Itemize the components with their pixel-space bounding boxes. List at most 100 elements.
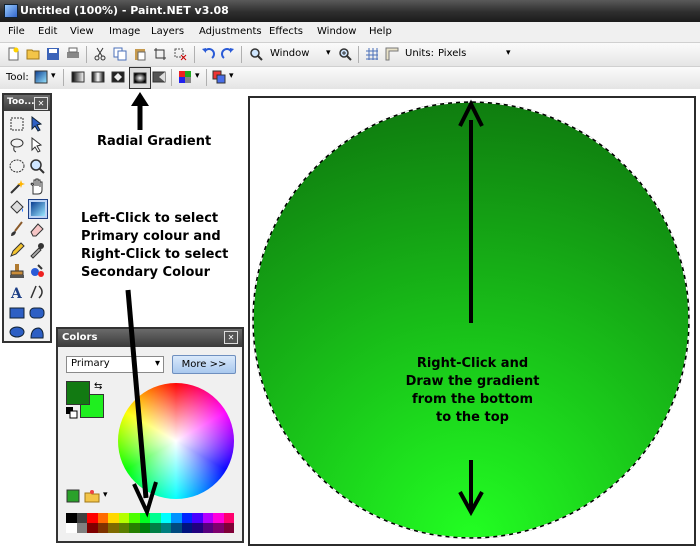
- copy-icon[interactable]: [113, 47, 127, 61]
- palette-swatch[interactable]: [97, 513, 108, 523]
- palette-swatch[interactable]: [76, 523, 87, 533]
- zoom-in-icon[interactable]: [338, 47, 352, 61]
- palette-swatch[interactable]: [202, 513, 213, 523]
- palette-swatch[interactable]: [76, 513, 87, 523]
- move-selection-icon[interactable]: [28, 136, 46, 154]
- ellipse-select-icon[interactable]: [8, 157, 26, 175]
- blend-mode-dropdown-arrow[interactable]: ▾: [229, 71, 234, 81]
- new-file-icon[interactable]: [6, 47, 20, 61]
- gradient-tool-button[interactable]: [28, 199, 48, 219]
- tool-dropdown-arrow[interactable]: ▾: [51, 71, 56, 81]
- palette-swatch[interactable]: [181, 523, 192, 533]
- menu-file[interactable]: File: [8, 26, 25, 37]
- palette-swatch[interactable]: [171, 523, 182, 533]
- menu-effects[interactable]: Effects: [269, 26, 303, 37]
- close-icon[interactable]: ✕: [224, 331, 238, 344]
- palette-swatch[interactable]: [160, 513, 171, 523]
- menu-help[interactable]: Help: [369, 26, 392, 37]
- radial-gradient-button[interactable]: [129, 67, 151, 89]
- redo-icon[interactable]: [221, 47, 235, 61]
- swap-colors-icon[interactable]: ⇆: [94, 381, 102, 392]
- conical-gradient-icon[interactable]: [152, 70, 166, 84]
- palette-swatch[interactable]: [108, 513, 119, 523]
- undo-icon[interactable]: [201, 47, 215, 61]
- zoom-tool-icon[interactable]: [28, 157, 46, 175]
- palette-swatch[interactable]: [181, 513, 192, 523]
- zoom-icon[interactable]: [249, 47, 263, 61]
- blend-mode-icon[interactable]: [212, 70, 226, 84]
- palette-swatch[interactable]: [139, 523, 150, 533]
- palette-swatch[interactable]: [192, 523, 203, 533]
- pan-hand-icon[interactable]: [28, 178, 46, 196]
- eraser-icon[interactable]: [28, 220, 46, 238]
- move-selected-pixels-icon[interactable]: [28, 115, 46, 133]
- line-curve-icon[interactable]: [28, 283, 46, 301]
- palette-swatch[interactable]: [118, 523, 129, 533]
- deselect-icon[interactable]: [173, 47, 187, 61]
- palette-swatch[interactable]: [150, 523, 161, 533]
- units-select[interactable]: Pixels: [438, 48, 466, 59]
- palette-swatch[interactable]: [66, 523, 77, 533]
- freeform-shape-icon[interactable]: [28, 323, 46, 341]
- palette-dropdown-arrow[interactable]: ▾: [103, 490, 108, 500]
- grid-icon[interactable]: [365, 47, 379, 61]
- palette-swatch[interactable]: [202, 523, 213, 533]
- palette-swatch[interactable]: [108, 523, 119, 533]
- open-folder-icon[interactable]: [26, 47, 40, 61]
- rectangle-select-icon[interactable]: [8, 115, 26, 133]
- palette-swatch[interactable]: [129, 523, 140, 533]
- ellipse-shape-icon[interactable]: [8, 323, 26, 341]
- menu-adjustments[interactable]: Adjustments: [199, 26, 262, 37]
- paint-bucket-icon[interactable]: [8, 199, 26, 217]
- paste-icon[interactable]: [133, 47, 147, 61]
- linear-gradient-icon[interactable]: [71, 70, 85, 84]
- color-picker-icon[interactable]: [28, 241, 46, 259]
- rectangle-shape-icon[interactable]: [8, 304, 26, 322]
- palette-menu-icon[interactable]: [84, 489, 100, 503]
- gradient-tool-icon[interactable]: [34, 70, 48, 84]
- color-mode-dropdown-arrow[interactable]: ▾: [195, 71, 200, 81]
- rounded-rectangle-icon[interactable]: [28, 304, 46, 322]
- units-dropdown-arrow[interactable]: ▾: [506, 48, 511, 58]
- crop-to-selection-icon[interactable]: [153, 47, 167, 61]
- save-icon[interactable]: [46, 47, 60, 61]
- rulers-icon[interactable]: [385, 47, 399, 61]
- diamond-gradient-icon[interactable]: [111, 70, 125, 84]
- close-icon[interactable]: ✕: [34, 97, 48, 110]
- palette-swatch[interactable]: [87, 523, 98, 533]
- print-icon[interactable]: [66, 47, 80, 61]
- menu-window[interactable]: Window: [317, 26, 356, 37]
- clone-stamp-icon[interactable]: [8, 262, 26, 280]
- image-canvas[interactable]: Right-Click and Draw the gradient from t…: [248, 96, 696, 546]
- palette-swatch[interactable]: [213, 523, 224, 533]
- primary-color-swatch[interactable]: [66, 381, 90, 405]
- reflected-gradient-icon[interactable]: [91, 70, 105, 84]
- menu-view[interactable]: View: [70, 26, 94, 37]
- palette-swatch[interactable]: [171, 513, 182, 523]
- menu-edit[interactable]: Edit: [38, 26, 57, 37]
- lasso-select-icon[interactable]: [8, 136, 26, 154]
- palette-swatch[interactable]: [213, 513, 224, 523]
- pencil-icon[interactable]: [8, 241, 26, 259]
- zoom-select[interactable]: Window: [270, 48, 309, 59]
- more-button[interactable]: More >>: [172, 355, 236, 374]
- cut-icon[interactable]: [93, 47, 107, 61]
- palette-add-icon[interactable]: [66, 489, 80, 503]
- magic-wand-icon[interactable]: [8, 178, 26, 196]
- text-tool-icon[interactable]: A: [8, 283, 26, 301]
- palette-swatch[interactable]: [192, 513, 203, 523]
- menu-layers[interactable]: Layers: [151, 26, 184, 37]
- palette-swatch[interactable]: [223, 523, 234, 533]
- zoom-dropdown-arrow[interactable]: ▾: [326, 48, 331, 58]
- paintbrush-icon[interactable]: [8, 220, 26, 238]
- palette-swatch[interactable]: [87, 513, 98, 523]
- recolor-icon[interactable]: [28, 262, 46, 280]
- palette-swatch[interactable]: [160, 523, 171, 533]
- color-mode-icon[interactable]: [178, 70, 192, 84]
- palette-swatch[interactable]: [97, 523, 108, 533]
- reset-colors-icon[interactable]: [66, 407, 78, 419]
- palette-swatch[interactable]: [66, 513, 77, 523]
- palette-swatch[interactable]: [223, 513, 234, 523]
- menu-image[interactable]: Image: [109, 26, 140, 37]
- tool-label: Tool:: [6, 72, 29, 83]
